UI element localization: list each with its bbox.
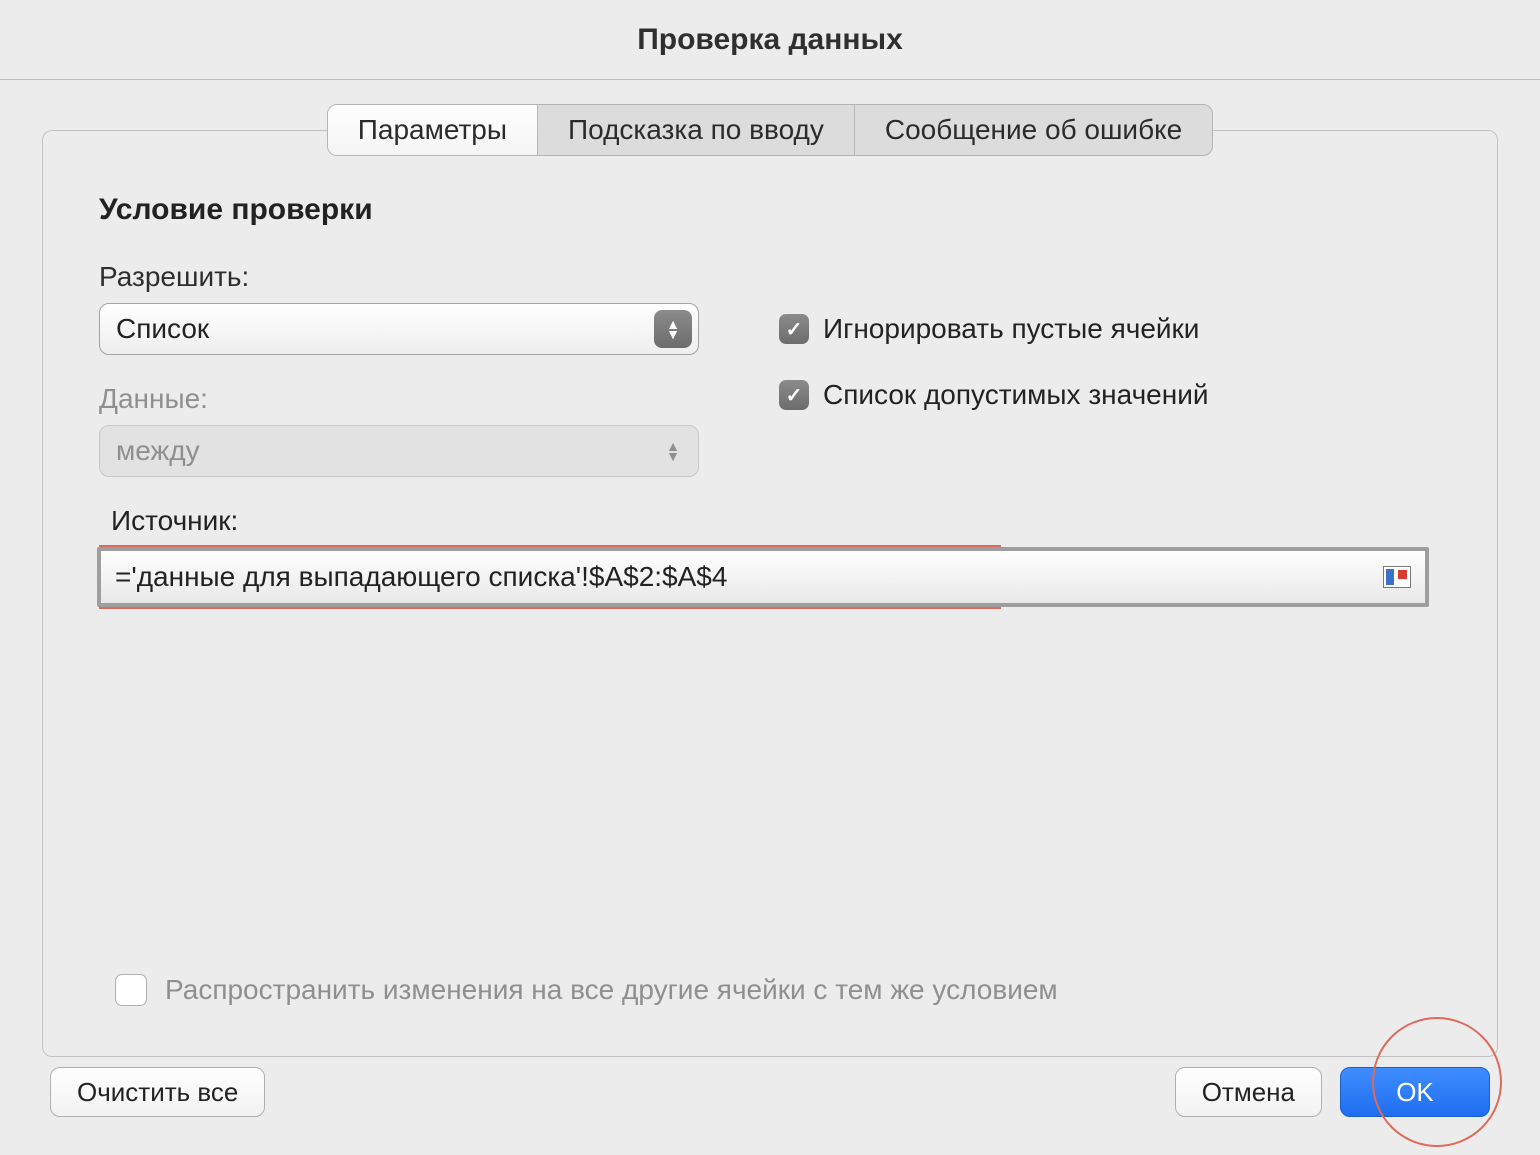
content-area: Параметры Подсказка по вводу Сообщение о… — [0, 80, 1540, 1155]
data-combo-value: между — [116, 435, 200, 467]
data-combo: между ▲▼ — [99, 425, 699, 477]
allow-combo[interactable]: Список ▲▼ — [99, 303, 699, 355]
allow-combo-value: Список — [116, 313, 209, 345]
form-right: ✓ Игнорировать пустые ячейки ✓ Список до… — [779, 261, 1441, 477]
dialog-title: Проверка данных — [637, 23, 903, 57]
stepper-icon: ▲▼ — [654, 432, 692, 470]
ignore-empty-label: Игнорировать пустые ячейки — [823, 313, 1199, 345]
form-left: Разрешить: Список ▲▼ Данные: между ▲▼ — [99, 261, 699, 477]
apply-same-label: Распространить изменения на все другие я… — [165, 974, 1058, 1006]
ignore-empty-checkbox[interactable]: ✓ Игнорировать пустые ячейки — [779, 313, 1441, 345]
source-label: Источник: — [99, 505, 1441, 537]
source-highlight: ='данные для выпадающего списка'!$A$2:$A… — [99, 545, 1001, 609]
checkmark-icon: ✓ — [779, 314, 809, 344]
checkmark-icon: ✓ — [779, 380, 809, 410]
in-cell-dropdown-checkbox[interactable]: ✓ Список допустимых значений — [779, 379, 1441, 411]
tabstrip: Параметры Подсказка по вводу Сообщение о… — [42, 104, 1498, 156]
allow-label: Разрешить: — [99, 261, 699, 293]
in-cell-dropdown-label: Список допустимых значений — [823, 379, 1208, 411]
range-picker-icon[interactable] — [1383, 566, 1411, 588]
tab-parameters[interactable]: Параметры — [328, 105, 538, 155]
titlebar: Проверка данных — [0, 0, 1540, 80]
checkbox-icon — [115, 974, 147, 1006]
data-label: Данные: — [99, 383, 699, 415]
dialog-footer: Очистить все Отмена OK — [42, 1057, 1498, 1127]
clear-all-button[interactable]: Очистить все — [50, 1067, 265, 1117]
tabstrip-inner: Параметры Подсказка по вводу Сообщение о… — [327, 104, 1214, 156]
source-input[interactable]: ='данные для выпадающего списка'!$A$2:$A… — [97, 547, 1429, 607]
cancel-button[interactable]: Отмена — [1175, 1067, 1322, 1117]
data-validation-dialog: Проверка данных Параметры Подсказка по в… — [0, 0, 1540, 1155]
source-input-value: ='данные для выпадающего списка'!$A$2:$A… — [115, 561, 1383, 593]
tab-input-hint[interactable]: Подсказка по вводу — [538, 105, 855, 155]
parameters-panel: Условие проверки Разрешить: Список ▲▼ Да… — [42, 130, 1498, 1057]
tab-error-message[interactable]: Сообщение об ошибке — [855, 105, 1212, 155]
apply-same-checkbox: Распространить изменения на все другие я… — [115, 974, 1058, 1006]
ok-button[interactable]: OK — [1340, 1067, 1490, 1117]
stepper-icon: ▲▼ — [654, 310, 692, 348]
section-title: Условие проверки — [99, 193, 1441, 227]
source-section: Источник: ='данные для выпадающего списк… — [99, 505, 1441, 609]
form-grid: Разрешить: Список ▲▼ Данные: между ▲▼ — [99, 261, 1441, 477]
